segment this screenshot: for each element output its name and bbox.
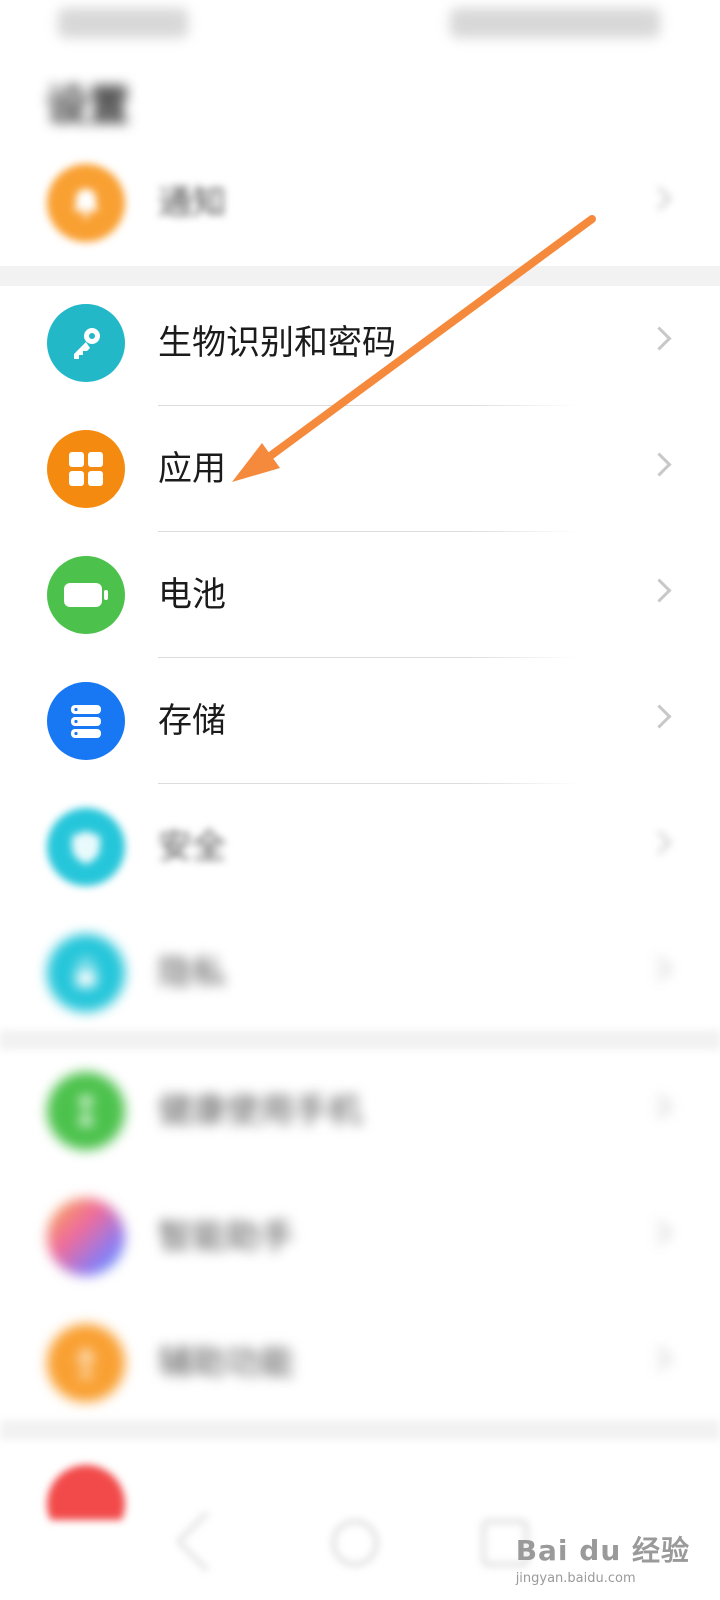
settings-item-notifications[interactable]: 通知	[0, 140, 720, 266]
settings-item-apps[interactable]: 应用	[0, 406, 720, 532]
chevron-right-icon	[647, 1220, 672, 1245]
hourglass-icon	[47, 1072, 125, 1150]
chevron-right-icon	[647, 830, 672, 855]
settings-item-privacy[interactable]: 隐私	[0, 910, 720, 1036]
battery-icon	[47, 556, 125, 634]
settings-item-assistant[interactable]: 智能助手	[0, 1174, 720, 1300]
group-separator	[0, 1030, 720, 1050]
settings-item-digital-balance[interactable]: 健康使用手机	[0, 1048, 720, 1174]
chevron-right-icon	[647, 452, 672, 477]
settings-item-label: 智能助手	[158, 1217, 294, 1257]
key-icon	[47, 304, 125, 382]
settings-item-label: 生物识别和密码	[158, 323, 396, 363]
settings-item-storage[interactable]: 存储	[0, 658, 720, 784]
shield-icon	[47, 808, 125, 886]
settings-item-accessibility[interactable]: 辅助功能	[0, 1300, 720, 1426]
back-nav-icon[interactable]	[176, 1511, 237, 1572]
chevron-right-icon	[647, 326, 672, 351]
group-separator	[0, 1420, 720, 1440]
page-title: 设置	[46, 81, 131, 130]
status-bar-left	[58, 8, 188, 38]
watermark-url: jingyan.baidu.com	[515, 1571, 636, 1586]
settings-item-biometrics[interactable]: 生物识别和密码	[0, 280, 720, 406]
status-bar-right	[450, 8, 660, 38]
settings-item-label: 通知	[158, 183, 226, 223]
settings-item-label: 应用	[158, 449, 226, 489]
settings-item-security[interactable]: 安全	[0, 784, 720, 910]
home-nav-icon[interactable]	[332, 1520, 378, 1566]
settings-item-label: 隐私	[158, 953, 226, 993]
chevron-right-icon	[647, 578, 672, 603]
baidu-jingyan-watermark: Bai du 经验 jingyan.baidu.com	[516, 1529, 690, 1586]
settings-item-label: 辅助功能	[158, 1343, 294, 1383]
chevron-right-icon	[647, 704, 672, 729]
settings-item-label: 安全	[158, 827, 226, 867]
chevron-right-icon	[647, 186, 672, 211]
status-bar	[0, 0, 720, 50]
settings-item-label: 存储	[158, 701, 226, 741]
watermark-brand: Bai du 经验	[515, 1534, 690, 1567]
chevron-right-icon	[647, 1094, 672, 1119]
chevron-right-icon	[647, 956, 672, 981]
chevron-right-icon	[647, 1346, 672, 1371]
bell-icon	[47, 164, 125, 242]
privacy-icon	[47, 934, 125, 1012]
settings-item-label: 健康使用手机	[158, 1091, 362, 1131]
storage-icon	[47, 682, 125, 760]
settings-item-battery[interactable]: 电池	[0, 532, 720, 658]
settings-item-label: 电池	[158, 575, 226, 615]
accessibility-icon	[47, 1324, 125, 1402]
apps-grid-icon	[47, 430, 125, 508]
assistant-icon	[47, 1198, 125, 1276]
